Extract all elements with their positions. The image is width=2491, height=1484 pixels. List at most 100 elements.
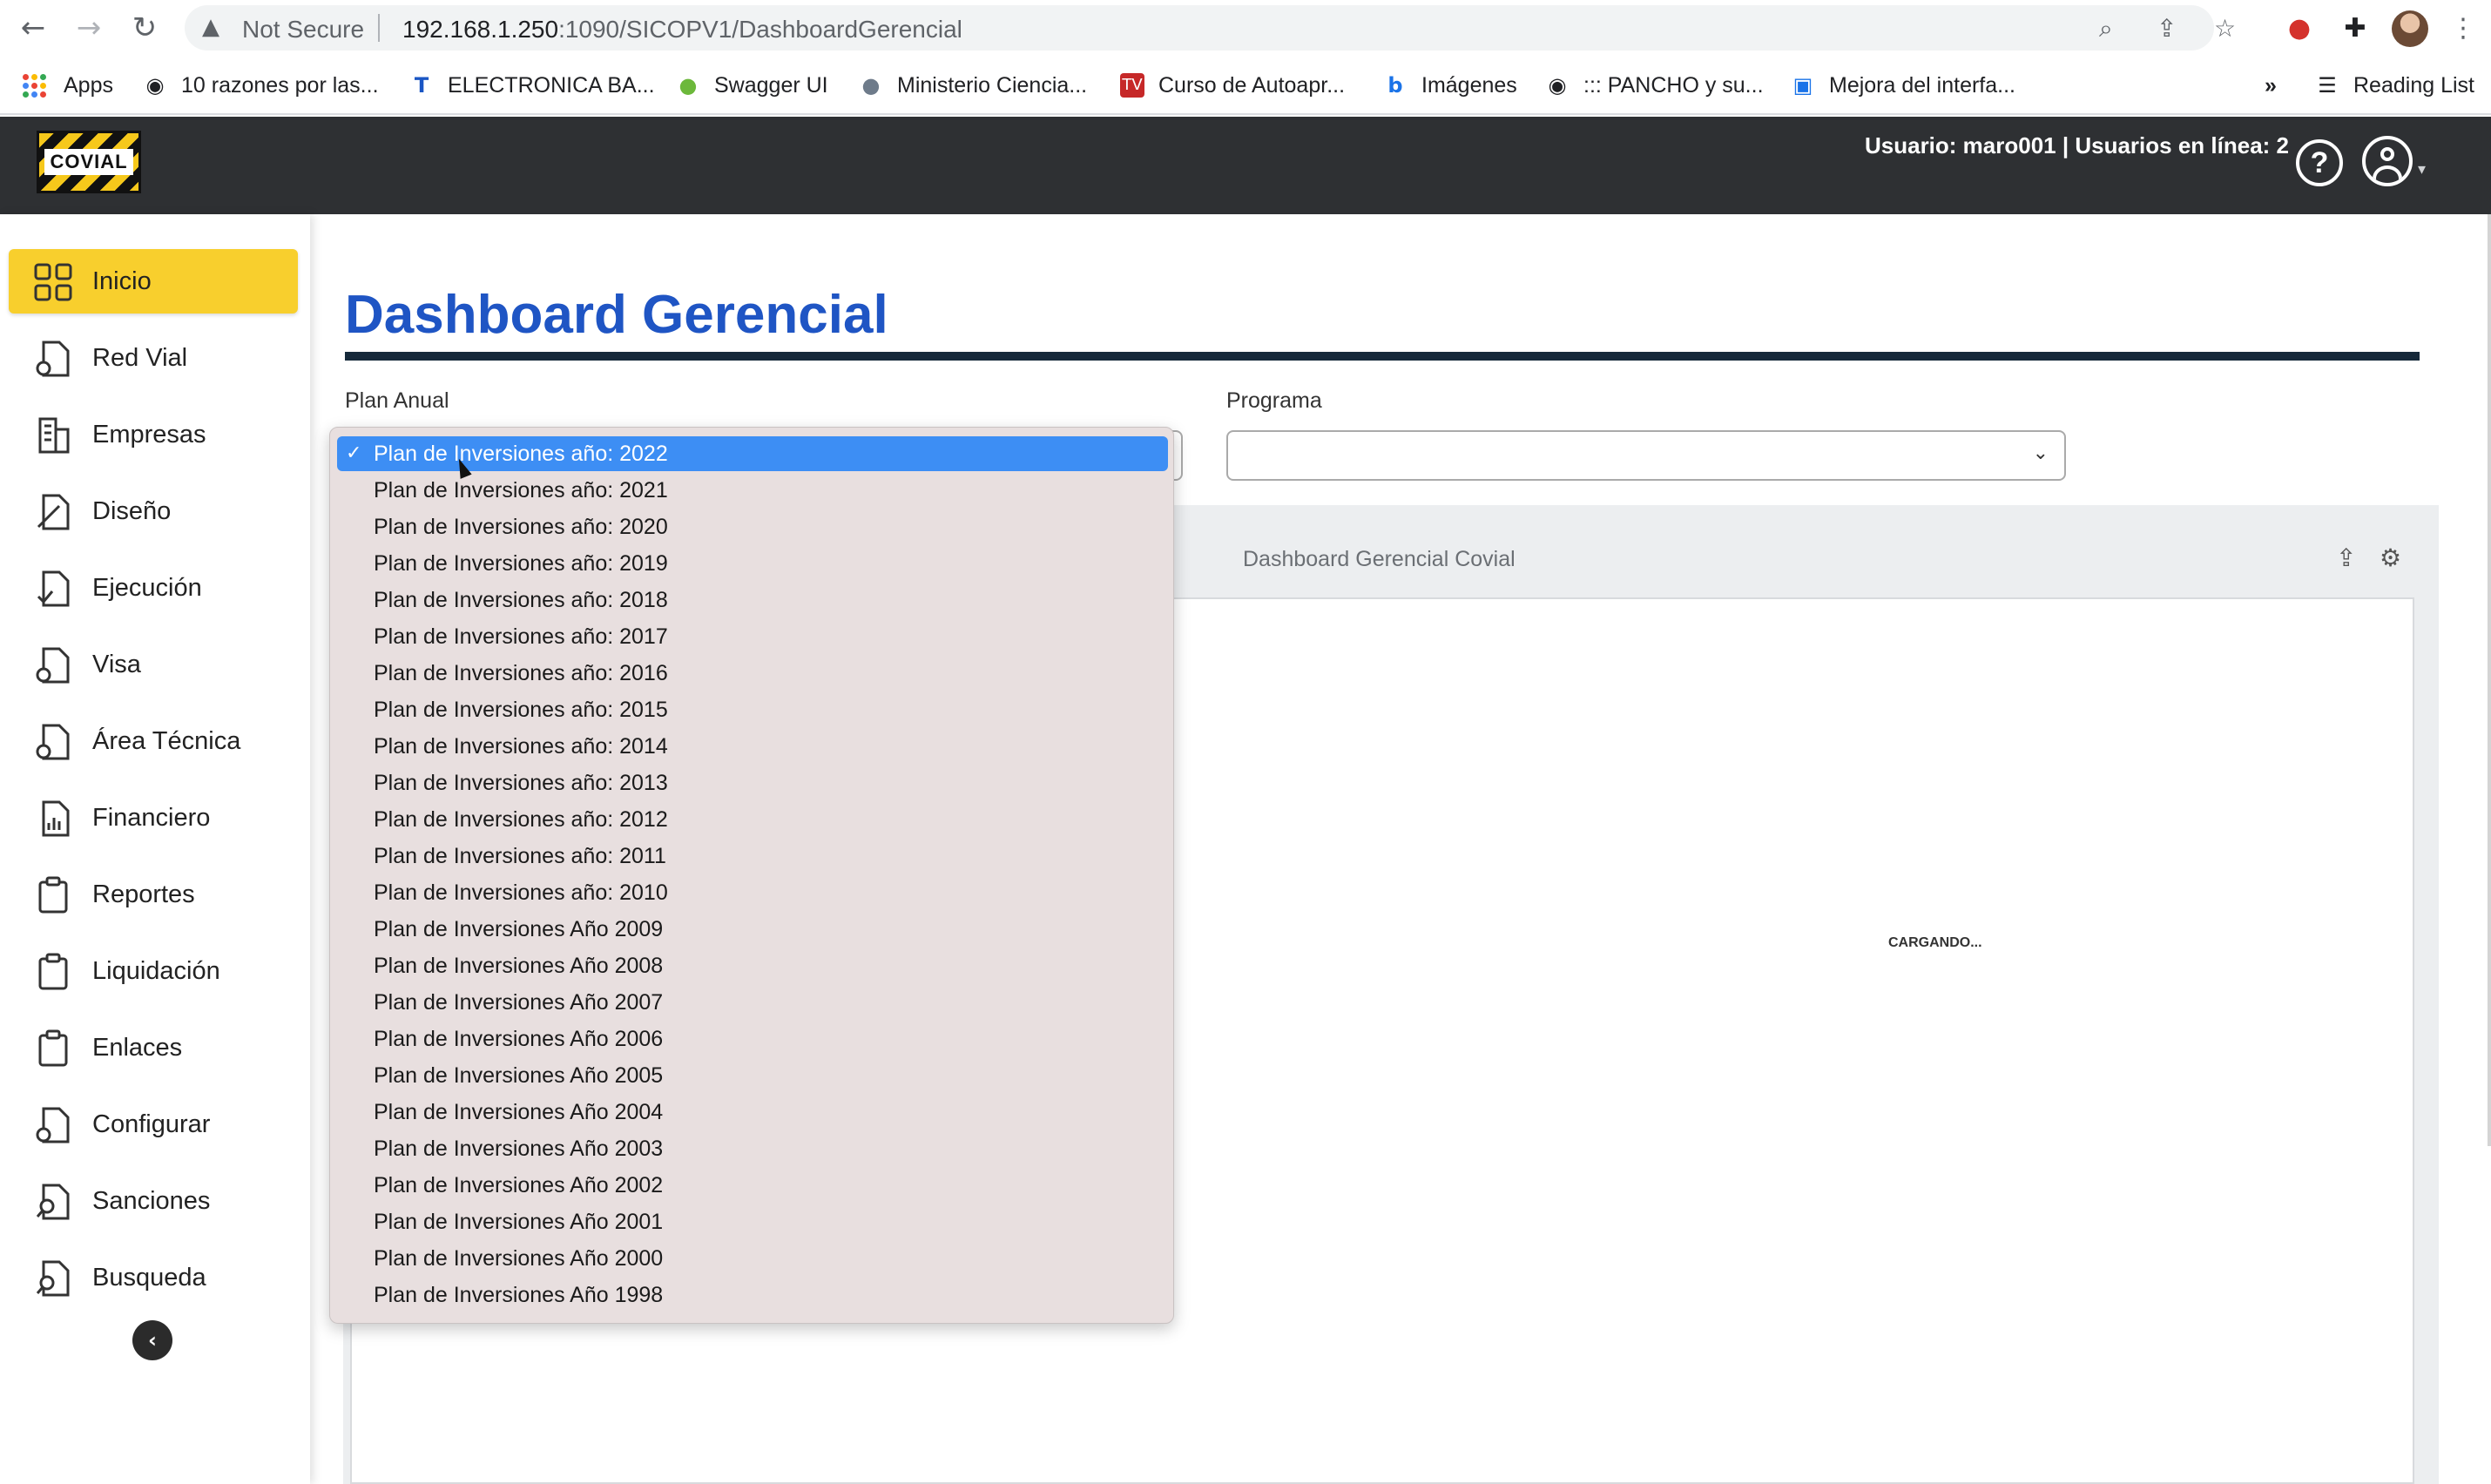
- bookmark-item[interactable]: ● Swagger UI: [676, 68, 828, 103]
- address-bar[interactable]: ▲ Not Secure 192.168.1.250:1090/SICOPV1/…: [185, 5, 2236, 51]
- dropdown-option[interactable]: Plan de Inversiones Año 2002: [337, 1168, 1168, 1203]
- dropdown-option[interactable]: Plan de Inversiones Año 2003: [337, 1131, 1168, 1166]
- sidebar-item-reportes[interactable]: Reportes: [9, 862, 298, 927]
- dropdown-option[interactable]: Plan de Inversiones año: 2011: [337, 839, 1168, 874]
- dropdown-option[interactable]: Plan de Inversiones Año 2007: [337, 985, 1168, 1020]
- sidebar-item-sanciones[interactable]: Sanciones: [9, 1169, 298, 1233]
- dropdown-option[interactable]: Plan de Inversiones Año 2004: [337, 1095, 1168, 1130]
- user-account-icon[interactable]: [2362, 136, 2413, 186]
- dropdown-option[interactable]: Plan de Inversiones Año 2006: [337, 1022, 1168, 1056]
- sidebar-item-ejecucion[interactable]: Ejecución: [9, 556, 298, 620]
- dropdown-option[interactable]: Plan de Inversiones año: 2017: [337, 619, 1168, 654]
- loading-text: CARGANDO...: [1888, 935, 1982, 950]
- bookmarks-bar: Apps ◉ 10 razones por las... T ELECTRONICA…: [0, 56, 2491, 115]
- dropdown-option[interactable]: Plan de Inversiones año: 2016: [337, 656, 1168, 691]
- title-divider: [345, 352, 2420, 361]
- dropdown-option-label: Plan de Inversiones Año 2005: [374, 1063, 664, 1088]
- sidebar-item-inicio[interactable]: Inicio: [9, 249, 298, 314]
- sidebar-item-busqueda[interactable]: Busqueda: [9, 1245, 298, 1310]
- doc-search-icon: [36, 1184, 70, 1220]
- plan-anual-dropdown-list[interactable]: ✓ Plan de Inversiones año: 2022 Plan de In…: [329, 427, 1174, 1324]
- dropdown-option-label: Plan de Inversiones Año 2000: [374, 1246, 664, 1271]
- dropdown-option[interactable]: Plan de Inversiones año: 2018: [337, 583, 1168, 617]
- bookmark-item[interactable]: ◉ 10 razones por las...: [143, 68, 379, 103]
- building-icon: [38, 417, 70, 454]
- bookmark-item[interactable]: ● Ministerio Ciencia...: [859, 68, 1088, 103]
- extensions-puzzle-icon[interactable]: ✚: [2338, 10, 2373, 45]
- panel-title: Dashboard Gerencial Covial: [1243, 547, 1516, 571]
- dropdown-option-label: Plan de Inversiones año: 2013: [374, 771, 668, 795]
- bookmark-item[interactable]: b Imágenes: [1383, 68, 1516, 103]
- sidebar-item-empresas[interactable]: Empresas: [9, 402, 298, 467]
- bookmark-item[interactable]: TV Curso de Autoapr...: [1120, 68, 1345, 103]
- grid-icon: [34, 263, 72, 301]
- dropdown-option[interactable]: Plan de Inversiones Año 1998: [337, 1278, 1168, 1312]
- zoom-icon[interactable]: ⌕: [2099, 14, 2113, 44]
- bookmark-item[interactable]: ▣ Mejora del interfa...: [1791, 68, 2015, 103]
- sidebar-item-label: Reportes: [92, 880, 195, 908]
- sidebar-item-label: Área Técnica: [92, 726, 241, 755]
- sidebar-item-label: Liquidación: [92, 956, 220, 985]
- sidebar-item-liquidacion[interactable]: Liquidación: [9, 939, 298, 1003]
- dropdown-option-label: Plan de Inversiones Año 2006: [374, 1027, 664, 1051]
- dropdown-option[interactable]: Plan de Inversiones año: 2015: [337, 692, 1168, 727]
- profile-avatar[interactable]: [2392, 10, 2428, 47]
- help-icon[interactable]: ?: [2296, 139, 2343, 186]
- tv-icon: TV: [1120, 73, 1144, 98]
- doc-ruler-icon: [37, 494, 70, 530]
- apps-grid-icon: [23, 73, 46, 98]
- dropdown-option-label: Plan de Inversiones Año 2001: [374, 1210, 664, 1234]
- share-icon[interactable]: ⇪: [2157, 14, 2177, 43]
- sidebar-item-visa[interactable]: Visa: [9, 632, 298, 697]
- plan-anual-label: Plan Anual: [345, 388, 449, 413]
- reload-icon[interactable]: ↻: [125, 9, 164, 47]
- omnibox-divider: [378, 14, 380, 42]
- programa-select[interactable]: ⌄: [1226, 430, 2066, 481]
- sidebar-item-label: Ejecución: [92, 573, 202, 602]
- sidebar-item-configurar[interactable]: Configurar: [9, 1092, 298, 1157]
- dropdown-option[interactable]: Plan de Inversiones Año 2009: [337, 912, 1168, 947]
- dropdown-option-label: Plan de Inversiones Año 2009: [374, 917, 664, 941]
- dropdown-option[interactable]: Plan de Inversiones Año 2005: [337, 1058, 1168, 1093]
- settings-sliders-icon[interactable]: ⚙: [2380, 543, 2401, 572]
- sidebar-item-financiero[interactable]: Financiero: [9, 786, 298, 850]
- dropdown-option-label: Plan de Inversiones Año 2004: [374, 1100, 664, 1124]
- bookmark-item[interactable]: ◉::: PANCHO y su...: [1545, 68, 1764, 103]
- globe-icon: ◉: [145, 73, 165, 98]
- bookmark-apps[interactable]: Apps: [23, 68, 113, 103]
- page-scrollbar[interactable]: [2488, 214, 2491, 1146]
- dropdown-option[interactable]: Plan de Inversiones año: 2010: [337, 875, 1168, 910]
- menu-kebab-icon[interactable]: ⋮: [2446, 10, 2481, 45]
- reading-list-button[interactable]: ☰ Reading List: [2315, 68, 2474, 103]
- export-icon[interactable]: ⇪: [2336, 543, 2356, 572]
- doc-check-icon: [37, 570, 70, 607]
- dropdown-option[interactable]: Plan de Inversiones año: 2014: [337, 729, 1168, 764]
- sidebar-item-red-vial[interactable]: Red Vial: [9, 326, 298, 390]
- dropdown-option[interactable]: Plan de Inversiones año: 2020: [337, 509, 1168, 544]
- dropdown-option[interactable]: Plan de Inversiones año: 2012: [337, 802, 1168, 837]
- dropdown-option[interactable]: Plan de Inversiones Año 2001: [337, 1204, 1168, 1239]
- dropdown-option-label: Plan de Inversiones Año 1998: [374, 1283, 664, 1307]
- chevron-down-icon[interactable]: ▾: [2418, 160, 2426, 179]
- bookmark-item[interactable]: T ELECTRONICA BA...: [409, 68, 655, 103]
- covial-logo[interactable]: COVIAL: [37, 131, 141, 193]
- dropdown-option-label: Plan de Inversiones Año 2003: [374, 1137, 664, 1161]
- dropdown-option[interactable]: Plan de Inversiones año: 2013: [337, 766, 1168, 800]
- dropdown-option[interactable]: Plan de Inversiones Año 2000: [337, 1241, 1168, 1276]
- sidebar-item-enlaces[interactable]: Enlaces: [9, 1015, 298, 1080]
- chevron-down-icon: ⌄: [2032, 442, 2049, 464]
- collapse-sidebar-icon[interactable]: ‹: [132, 1320, 172, 1360]
- doc-gear-icon: [36, 724, 70, 760]
- sidebar-item-area-tecnica[interactable]: Área Técnica: [9, 709, 298, 773]
- doc-gear-icon: [36, 341, 70, 377]
- star-icon[interactable]: ☆: [2214, 14, 2236, 43]
- sidebar-item-label: Financiero: [92, 803, 211, 832]
- extension-apple-icon[interactable]: ●: [2282, 10, 2317, 45]
- dropdown-option[interactable]: Plan de Inversiones año: 2019: [337, 546, 1168, 581]
- url-text[interactable]: 192.168.1.250:1090/SICOPV1/DashboardGere…: [402, 16, 962, 44]
- forward-icon[interactable]: →: [70, 9, 108, 47]
- bookmarks-overflow-button[interactable]: »: [2265, 68, 2277, 103]
- back-icon[interactable]: ←: [14, 9, 52, 47]
- sidebar-item-diseno[interactable]: Diseño: [9, 479, 298, 543]
- dropdown-option[interactable]: Plan de Inversiones Año 2008: [337, 948, 1168, 983]
